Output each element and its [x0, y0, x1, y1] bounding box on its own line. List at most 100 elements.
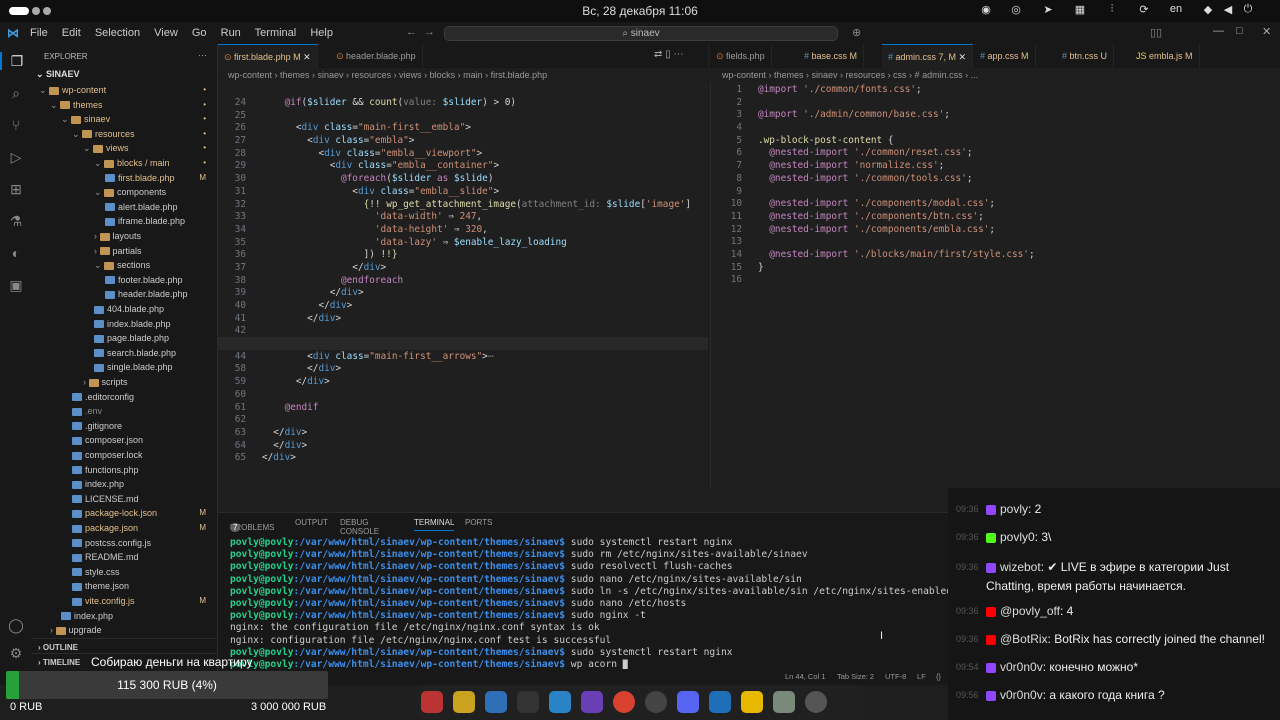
menu-terminal[interactable]: Terminal — [255, 27, 297, 39]
tree-item-file[interactable]: iframe.blade.php — [32, 214, 218, 228]
tree-item-folder[interactable]: › layouts — [32, 229, 218, 243]
editor-tab[interactable]: # base.css M — [798, 44, 865, 68]
tree-item-file[interactable]: composer.json — [32, 433, 218, 447]
tree-item-folder[interactable]: ⌄ resources • — [32, 127, 218, 141]
menu-view[interactable]: View — [154, 27, 178, 39]
tree-item-file[interactable]: .env — [32, 404, 218, 418]
menu-file[interactable]: File — [30, 27, 48, 39]
menu-edit[interactable]: Edit — [62, 27, 81, 39]
tree-item-folder[interactable]: ⌄ wp-content • — [32, 83, 218, 97]
tree-item-folder[interactable]: ⌄ views • — [32, 141, 218, 155]
tab-terminal[interactable]: TERMINAL — [414, 518, 455, 531]
split-editor-icon[interactable]: ▯ — [665, 49, 671, 60]
language-mode[interactable]: {} — [936, 672, 941, 681]
remote-icon[interactable]: ◐ — [7, 244, 25, 262]
right-breadcrumb[interactable]: wp-content › themes › sinaev › resources… — [722, 68, 978, 82]
power-icon[interactable]: ⏻ — [1240, 3, 1256, 16]
tree-item-file[interactable]: package.json M — [32, 521, 218, 535]
maximize-icon[interactable]: □ — [1236, 25, 1243, 37]
menu-go[interactable]: Go — [192, 27, 207, 39]
tree-item-file[interactable]: .editorconfig — [32, 390, 218, 404]
vscode-app-icon[interactable] — [709, 691, 731, 713]
tree-item-file[interactable]: LICENSE.md — [32, 492, 218, 506]
menu-run[interactable]: Run — [221, 27, 241, 39]
tree-item-file[interactable]: theme.json — [32, 579, 218, 593]
eol[interactable]: LF — [917, 672, 926, 681]
obs-tray-icon[interactable]: ◎ — [1008, 3, 1024, 16]
tree-item-folder[interactable]: ⌄ sinaev • — [32, 112, 218, 126]
tree-item-file[interactable]: footer.blade.php — [32, 273, 218, 287]
minimize-icon[interactable]: — — [1213, 25, 1224, 37]
editor-tab[interactable]: ⊙ first.blade.php M ✕ — [218, 44, 318, 68]
forward-arrow-icon[interactable]: → — [424, 26, 435, 38]
obs-app-icon[interactable] — [453, 691, 475, 713]
editor-tab[interactable]: JS embla.js M — [1130, 44, 1200, 68]
menu-selection[interactable]: Selection — [95, 27, 140, 39]
terminal-app-icon[interactable] — [517, 691, 539, 713]
mixer-tray-icon[interactable]: ⫶ — [1104, 3, 1120, 16]
editor-tab[interactable]: # admin.css 7, M ✕ — [882, 44, 974, 68]
discord-tray-icon[interactable]: ◉ — [978, 3, 994, 16]
tree-item-file[interactable]: alert.blade.php — [32, 200, 218, 214]
compare-icon[interactable]: ⇄ — [654, 49, 662, 60]
tree-item-folder[interactable]: ⌄ sections — [32, 258, 218, 272]
tree-item-file[interactable]: single.blade.php — [32, 360, 218, 374]
file-manager-icon[interactable] — [485, 691, 507, 713]
testing-icon[interactable]: ⚗ — [7, 212, 25, 230]
close-icon[interactable]: ✕ — [1262, 25, 1271, 38]
tree-item-file[interactable]: first.blade.php M — [32, 171, 218, 185]
run-debug-icon[interactable]: ▷ — [7, 148, 25, 166]
tree-item-file[interactable]: functions.php — [32, 463, 218, 477]
tree-item-file[interactable]: composer.lock — [32, 448, 218, 462]
language-indicator[interactable]: en — [1166, 3, 1186, 15]
tab-ports[interactable]: PORTS — [465, 518, 492, 527]
tree-item-file[interactable]: style.css — [32, 565, 218, 579]
tab-debug-console[interactable]: DEBUG CONSOLE — [340, 518, 379, 536]
explorer-icon[interactable]: ❐ — [0, 52, 32, 70]
telegram-tray-icon[interactable]: ➤ — [1040, 3, 1056, 16]
command-center-search[interactable]: ⌕ sinaev — [444, 26, 838, 41]
tree-item-folder[interactable]: › upgrade — [32, 623, 218, 637]
notes-app-icon[interactable] — [741, 691, 763, 713]
right-code[interactable]: @import './common/fonts.css'; @import './… — [758, 84, 1035, 287]
terminal-output[interactable]: povly@povly:/var/www/html/sinaev/wp-cont… — [230, 537, 952, 671]
editor-tab[interactable]: # app.css M — [974, 44, 1036, 68]
tree-item-file[interactable]: vite.config.js M — [32, 594, 218, 608]
cursor-position[interactable]: Ln 44, Col 1 — [785, 672, 825, 681]
editor-tab[interactable]: ⊙ fields.php — [710, 44, 772, 68]
chrome-app-icon[interactable] — [613, 691, 635, 713]
sync-tray-icon[interactable]: ⟳ — [1136, 3, 1152, 16]
editor-tab[interactable]: ⊙ header.blade.php — [330, 44, 423, 68]
layout-icon[interactable]: ▯▯ — [1150, 26, 1162, 39]
app-tray-icon[interactable]: ▦ — [1072, 3, 1088, 16]
tree-item-file[interactable]: index.php — [32, 477, 218, 491]
source-control-icon[interactable]: ⑂ — [7, 116, 25, 134]
tree-item-file[interactable]: search.blade.php — [32, 346, 218, 360]
search-icon[interactable]: ⌕ — [7, 84, 25, 102]
left-breadcrumb[interactable]: wp-content › themes › sinaev › resources… — [228, 68, 547, 82]
tree-item-folder[interactable]: › scripts — [32, 375, 218, 389]
close-tab-icon[interactable]: ✕ — [301, 52, 311, 62]
menu-help[interactable]: Help — [310, 27, 333, 39]
tree-item-folder[interactable]: ⌄ components — [32, 185, 218, 199]
tab-output[interactable]: OUTPUT — [295, 518, 328, 527]
more-actions-icon[interactable]: ⋯ — [198, 50, 207, 61]
tree-item-file[interactable]: index.blade.php — [32, 317, 218, 331]
tree-item-folder[interactable]: › partials — [32, 244, 218, 258]
tree-item-folder[interactable]: ⌄ themes • — [32, 98, 218, 112]
tree-item-file[interactable]: README.md — [32, 550, 218, 564]
tree-item-file[interactable]: header.blade.php — [32, 287, 218, 301]
clock[interactable]: Вс, 28 декабря 11:06 — [0, 4, 1280, 18]
network-icon[interactable]: ◆ — [1200, 3, 1216, 16]
tree-item-file[interactable]: page.blade.php — [32, 331, 218, 345]
tree-item-file[interactable]: 404.blade.php — [32, 302, 218, 316]
account-icon[interactable]: ◯ — [7, 616, 25, 634]
back-arrow-icon[interactable]: ← — [406, 26, 417, 38]
files-app-icon[interactable] — [421, 691, 443, 713]
discord-app-icon[interactable] — [677, 691, 699, 713]
steam-app-icon[interactable] — [645, 691, 667, 713]
volume-icon[interactable]: ◀ — [1220, 3, 1236, 16]
trash-app-icon[interactable] — [773, 691, 795, 713]
docker-icon[interactable]: ▣ — [7, 276, 25, 294]
tree-item-file[interactable]: index.php — [32, 609, 218, 623]
